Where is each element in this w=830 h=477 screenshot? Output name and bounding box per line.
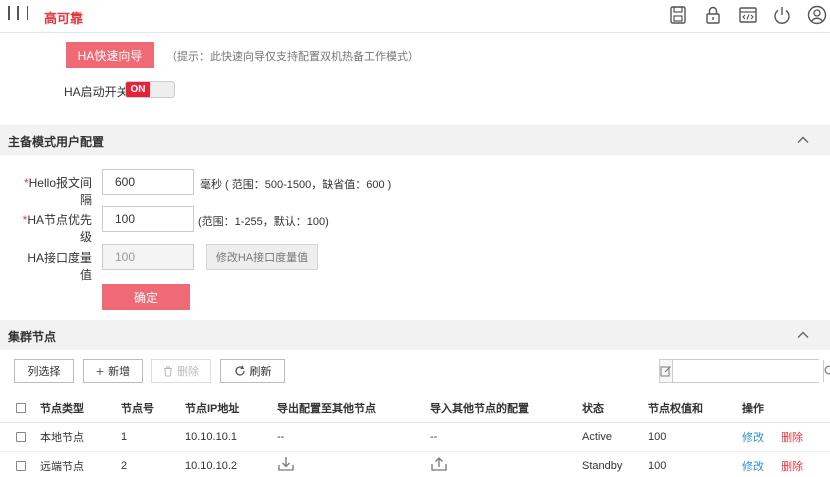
- node-type: 远端节点: [40, 451, 121, 477]
- node-ip: 10.10.10.2: [185, 451, 277, 477]
- table-row: 远端节点 2 10.10.10.2 Standby 100 修改 删除: [0, 451, 830, 477]
- row-select-cell: [0, 451, 40, 477]
- node-type: 本地节点: [40, 422, 121, 452]
- refresh-icon: [234, 365, 245, 376]
- add-button[interactable]: + 新增: [83, 359, 143, 383]
- column-select-button[interactable]: 列选择: [14, 359, 74, 383]
- modify-metric-button[interactable]: 修改HA接口度量值: [206, 244, 318, 270]
- export-config-cell: [277, 451, 430, 477]
- delete-link[interactable]: 删除: [781, 461, 803, 473]
- search-box: [659, 359, 830, 383]
- column-header: 导入其他节点的配置: [430, 394, 582, 423]
- wizard-hint: （提示：此快速向导仅支持配置双机热备工作模式）: [166, 51, 419, 63]
- import-config-cell: [430, 451, 582, 477]
- ha-switch-toggle[interactable]: ON: [125, 81, 175, 98]
- page-title: 高可靠: [44, 11, 84, 26]
- user-icon[interactable]: [806, 4, 828, 26]
- node-priority-label: *HA节点优先级: [22, 213, 92, 244]
- delete-button[interactable]: 删除: [151, 359, 211, 383]
- select-all-cell: [0, 394, 40, 423]
- interface-metric-label: HA接口度量值: [27, 251, 92, 282]
- top-bar: 高可靠: [0, 0, 830, 33]
- power-icon[interactable]: [771, 4, 793, 26]
- menu-icon[interactable]: [8, 6, 28, 22]
- edit-link[interactable]: 修改: [742, 432, 764, 444]
- node-priority-note: (范围：1-255，默认：100): [198, 216, 329, 228]
- node-weight: 100: [648, 422, 742, 452]
- code-icon[interactable]: [737, 4, 759, 26]
- hello-interval-input[interactable]: 600: [102, 169, 194, 195]
- export-config: --: [277, 422, 430, 452]
- node-status: Standby: [582, 451, 648, 477]
- row-select-cell: [0, 422, 40, 452]
- confirm-button[interactable]: 确定: [102, 284, 190, 310]
- actions-cell: 修改 删除: [742, 451, 830, 477]
- ha-wizard-button[interactable]: HA快速向导: [66, 42, 154, 68]
- lock-icon[interactable]: [702, 4, 724, 26]
- search-input[interactable]: [673, 360, 823, 382]
- button-label: 删除: [177, 366, 199, 378]
- chevron-up-icon[interactable]: [796, 133, 810, 147]
- edit-link[interactable]: 修改: [742, 461, 764, 473]
- button-label: 刷新: [249, 366, 272, 378]
- column-header: 操作: [742, 394, 830, 423]
- hello-interval-note: 毫秒 ( 范围：500-1500，缺省值：600 ): [200, 179, 392, 191]
- edit-icon[interactable]: [660, 360, 673, 382]
- search-icon[interactable]: [823, 360, 830, 382]
- column-header: 节点号: [121, 394, 185, 423]
- delete-link[interactable]: 删除: [781, 432, 803, 444]
- save-icon[interactable]: [667, 4, 689, 26]
- refresh-button[interactable]: 刷新: [220, 359, 285, 383]
- column-header: 节点权值和: [648, 394, 742, 423]
- node-status: Active: [582, 422, 648, 452]
- node-id: 2: [121, 451, 185, 477]
- trash-icon: [164, 366, 172, 376]
- switch-state: ON: [126, 82, 150, 97]
- chevron-up-icon[interactable]: [796, 328, 810, 342]
- column-header: 导出配置至其他节点: [277, 394, 430, 423]
- node-id: 1: [121, 422, 185, 452]
- cluster-nodes-table: 节点类型 节点号 节点IP地址 导出配置至其他节点 导入其他节点的配置 状态 节…: [0, 394, 830, 477]
- button-label: 新增: [108, 366, 131, 378]
- button-label: 列选择: [27, 366, 61, 378]
- download-icon[interactable]: [277, 456, 295, 472]
- ha-switch-label: HA启动开关: [64, 85, 129, 99]
- hello-interval-label: *Hello报文间隔: [23, 176, 92, 207]
- node-weight: 100: [648, 451, 742, 477]
- table-header-row: 节点类型 节点号 节点IP地址 导出配置至其他节点 导入其他节点的配置 状态 节…: [0, 394, 830, 423]
- section-title: 集群节点: [8, 330, 57, 344]
- primary-section-header: 主备模式用户配置: [0, 125, 830, 155]
- section-title: 主备模式用户配置: [8, 135, 105, 149]
- row-checkbox[interactable]: [16, 431, 26, 442]
- plus-icon: +: [95, 363, 105, 379]
- column-header: 状态: [582, 394, 648, 423]
- node-priority-input[interactable]: 100: [102, 206, 194, 232]
- row-checkbox[interactable]: [16, 460, 26, 471]
- cluster-section-header: 集群节点: [0, 320, 830, 350]
- interface-metric-input: 100: [102, 244, 194, 270]
- node-ip: 10.10.10.1: [185, 422, 277, 452]
- select-all-checkbox[interactable]: [16, 402, 26, 413]
- table-row: 本地节点 1 10.10.10.1 -- -- Active 100 修改 删除: [0, 422, 830, 452]
- actions-cell: 修改 删除: [742, 422, 830, 452]
- column-header: 节点类型: [40, 394, 121, 423]
- upload-icon[interactable]: [430, 456, 448, 472]
- column-header: 节点IP地址: [185, 394, 277, 423]
- import-config: --: [430, 422, 582, 452]
